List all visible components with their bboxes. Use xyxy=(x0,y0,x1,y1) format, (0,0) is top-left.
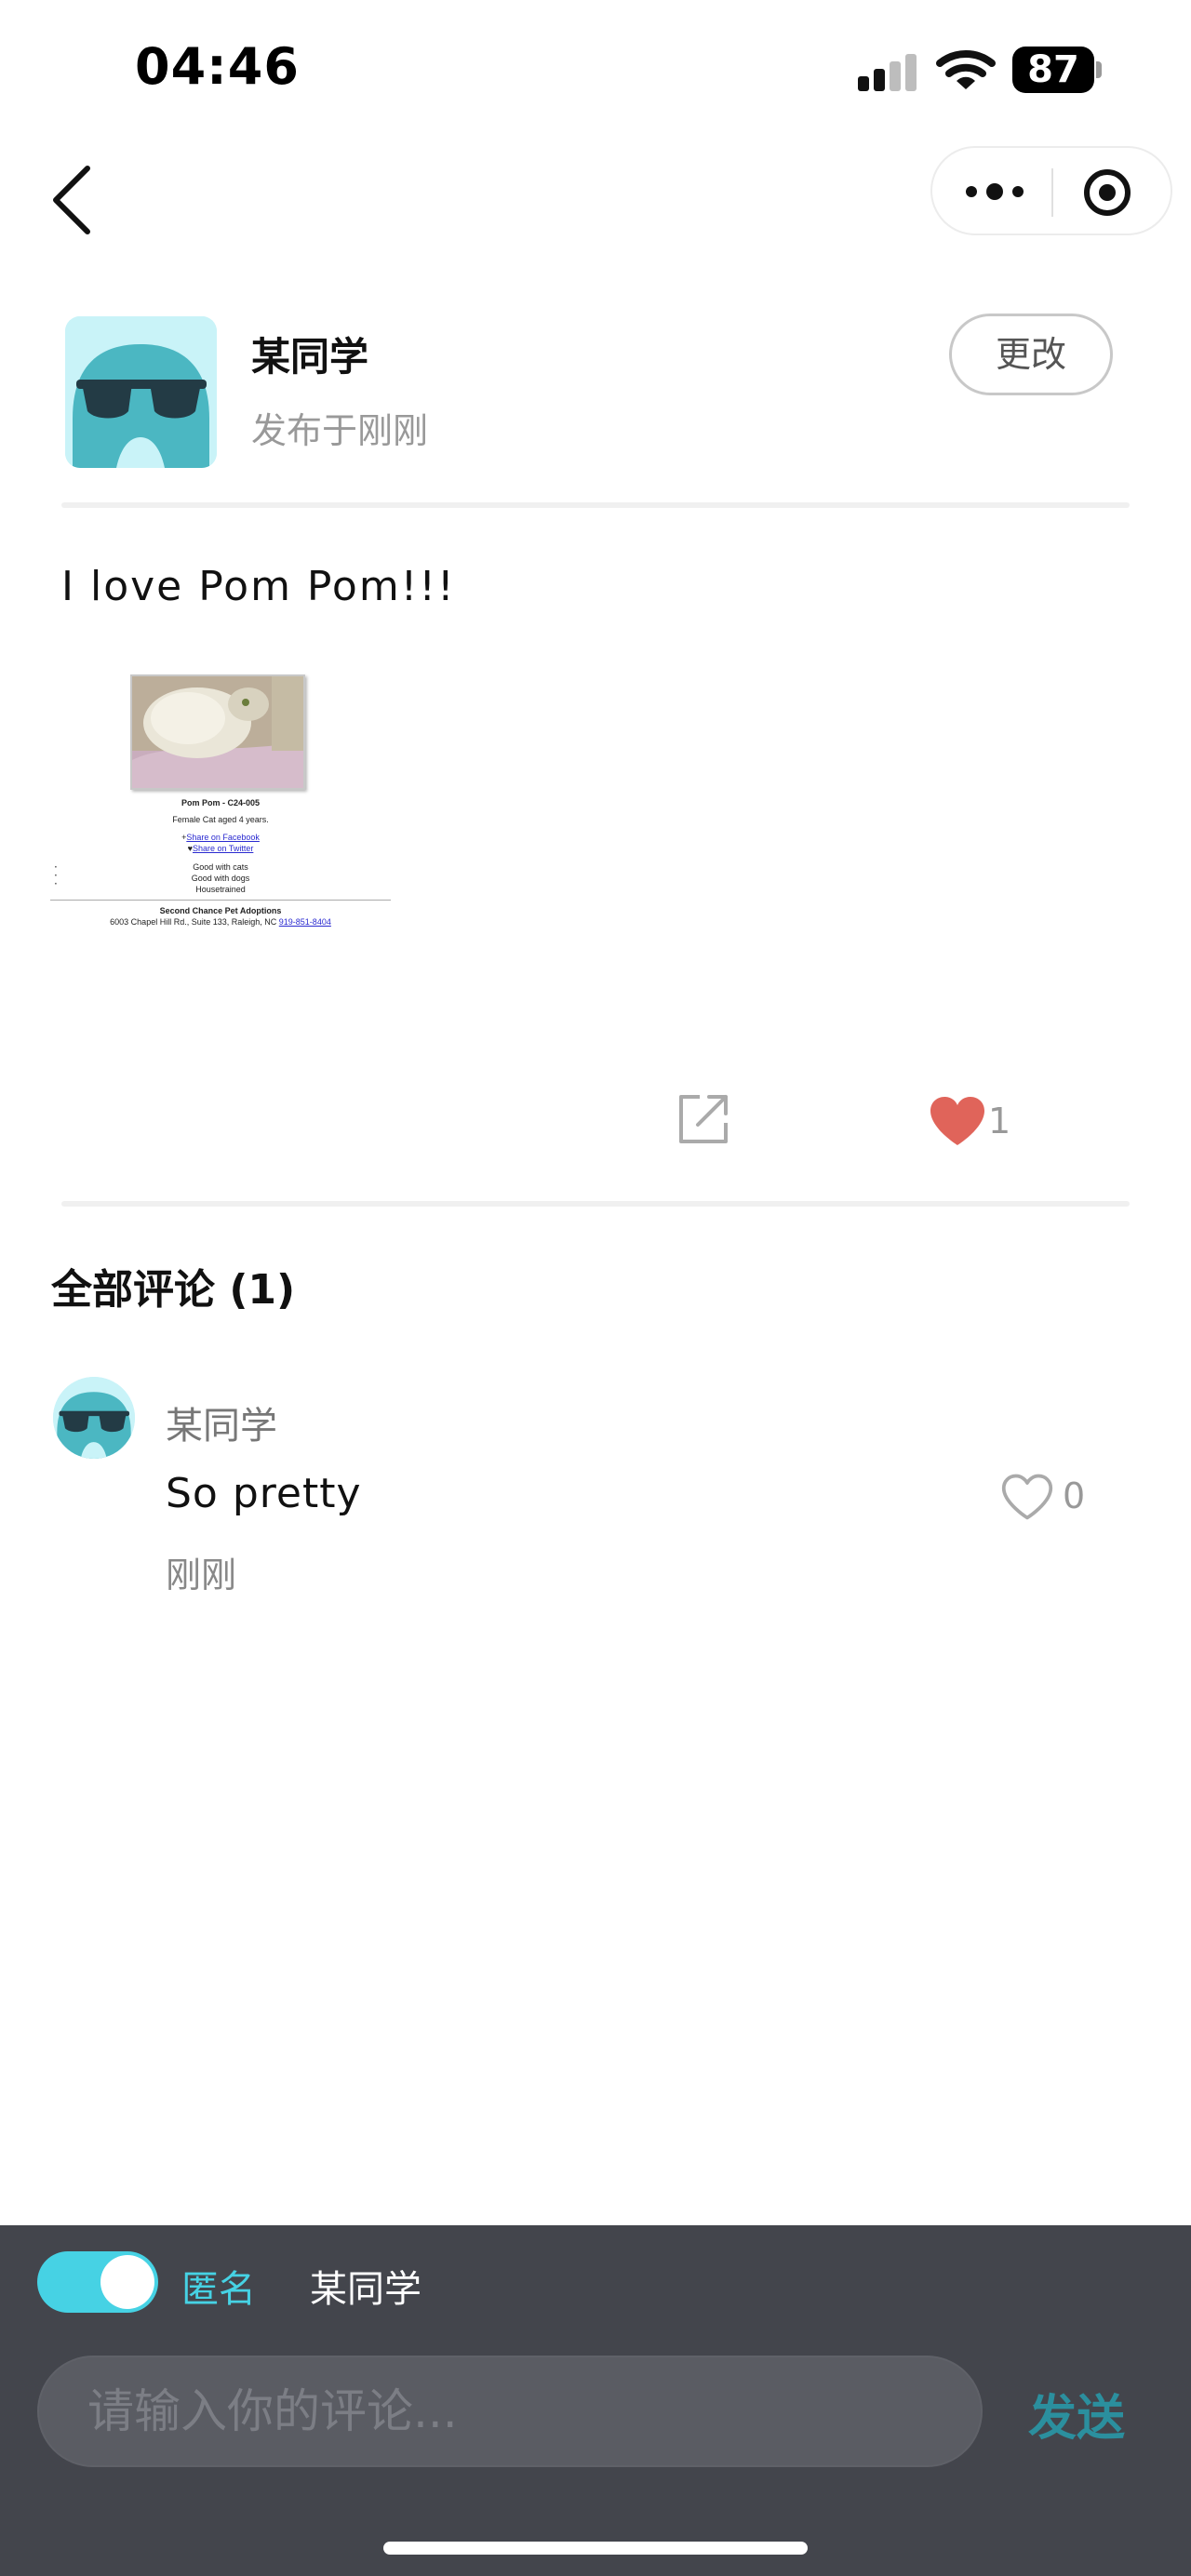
avatar-sunglasses-icon xyxy=(65,316,217,468)
battery-level: 87 xyxy=(1012,47,1094,93)
share-external-icon[interactable] xyxy=(677,1093,729,1145)
mini-program-capsule xyxy=(930,146,1172,235)
home-indicator xyxy=(383,2542,808,2555)
comment-text: So pretty xyxy=(166,1470,362,1517)
attachment-share-twitter: ♥Share on Twitter xyxy=(187,844,254,853)
toggle-knob xyxy=(100,2255,154,2309)
attachment-subtitle: Female Cat aged 4 years. xyxy=(172,815,269,824)
wifi-icon xyxy=(936,50,996,89)
divider xyxy=(61,502,1130,508)
attachment-trait: Housetrained xyxy=(195,885,246,894)
attachment-trait: Good with dogs xyxy=(191,874,250,883)
post-text: I love Pom Pom!!! xyxy=(61,563,456,610)
send-button[interactable]: 发送 xyxy=(1028,2379,1125,2449)
post-image-attachment[interactable]: Pom Pom - C24-005 Female Cat aged 4 year… xyxy=(48,665,393,935)
avatar-sunglasses-icon xyxy=(53,1377,135,1459)
post-like-count: 1 xyxy=(988,1101,1011,1141)
chevron-left-icon[interactable] xyxy=(47,163,102,237)
capsule-divider xyxy=(1051,168,1053,217)
comment-author: 某同学 xyxy=(166,1405,277,1448)
comment-avatar[interactable] xyxy=(53,1377,135,1459)
status-bar: 04:46 87 xyxy=(0,0,1191,140)
comment-composer: 匿名 某同学 发送 xyxy=(0,2225,1191,2576)
anonymous-toggle[interactable] xyxy=(37,2251,158,2313)
author-avatar[interactable] xyxy=(65,316,217,468)
status-time: 04:46 xyxy=(135,37,300,96)
attachment-org-name: Second Chance Pet Adoptions xyxy=(159,906,282,915)
battery-icon: 87 xyxy=(1012,47,1102,93)
anonymous-label: 匿名 xyxy=(181,2268,256,2311)
attachment-title: Pom Pom - C24-005 xyxy=(181,798,261,808)
more-dots-icon[interactable] xyxy=(962,168,1027,215)
heart-icon[interactable] xyxy=(929,1095,986,1147)
comments-title: 全部评论 (1) xyxy=(51,1266,296,1314)
post-time: 发布于刚刚 xyxy=(251,410,429,451)
cat-photo xyxy=(130,674,305,790)
comment-time: 刚刚 xyxy=(166,1555,237,1595)
attachment-share-facebook: +Share on Facebook xyxy=(181,833,260,842)
heart-icon[interactable] xyxy=(1000,1472,1054,1522)
edit-button[interactable]: 更改 xyxy=(949,314,1113,395)
composer-name: 某同学 xyxy=(310,2268,422,2311)
signal-icon xyxy=(858,54,917,91)
attachment-trait: Good with cats xyxy=(193,862,248,872)
post-author-name[interactable]: 某同学 xyxy=(251,326,368,382)
comment-input[interactable] xyxy=(37,2356,983,2467)
divider xyxy=(61,1201,1130,1207)
target-circle-icon[interactable] xyxy=(1081,167,1133,219)
attachment-org-address: 6003 Chapel Hill Rd., Suite 133, Raleigh… xyxy=(110,917,331,927)
comment-like-count: 0 xyxy=(1063,1475,1086,1516)
